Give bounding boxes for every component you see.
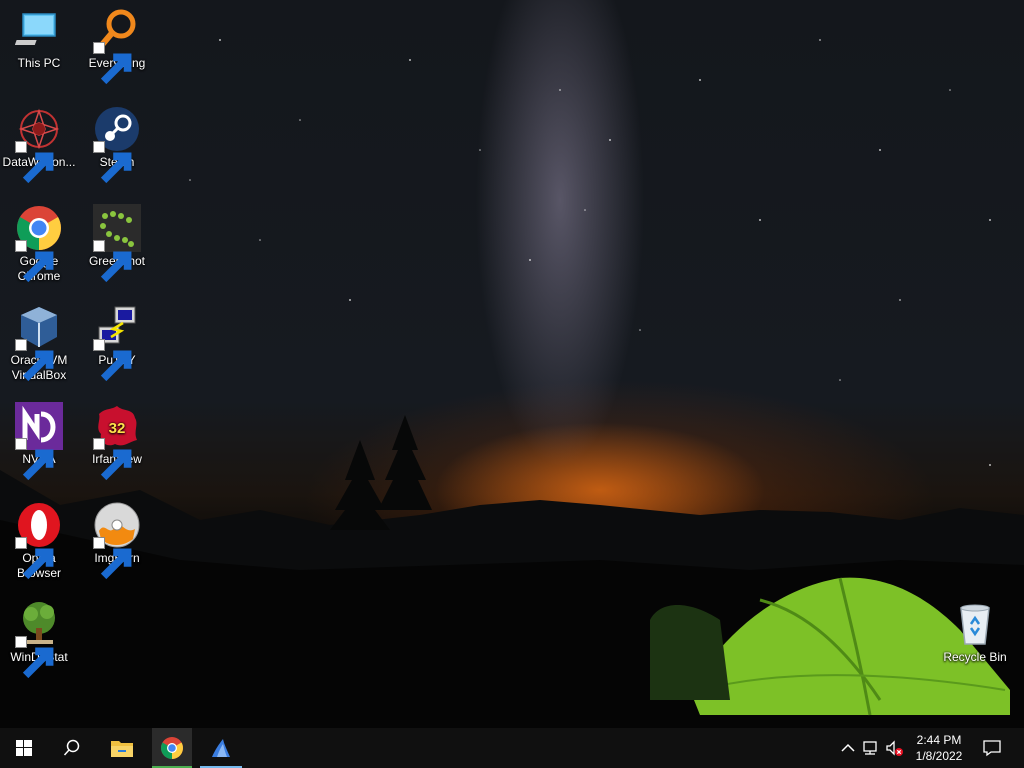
shortcut-arrow-icon xyxy=(15,537,54,580)
shortcut-arrow-icon xyxy=(15,339,54,382)
network-tray[interactable] xyxy=(861,738,881,758)
search-icon xyxy=(63,739,80,756)
action-center-icon xyxy=(983,740,1001,757)
shortcut-arrow-icon xyxy=(93,141,132,184)
search-button[interactable] xyxy=(48,728,96,768)
network-icon xyxy=(863,741,877,755)
clock-time: 2:44 PM xyxy=(916,733,962,747)
recycle-bin-icon xyxy=(960,604,990,645)
shortcut-arrow-icon xyxy=(93,537,132,580)
desktop-icon-everything[interactable]: Everything xyxy=(78,6,156,85)
shortcut-arrow-icon xyxy=(93,438,132,481)
chrome-icon xyxy=(161,737,183,759)
app-icon xyxy=(212,739,230,757)
shortcut-arrow-icon xyxy=(93,42,132,85)
desktop-icon-google-chrome[interactable]: Google Chrome xyxy=(0,204,78,284)
desktop-icon-greenshot[interactable]: Greenshot xyxy=(78,204,156,283)
irfanview-badge: 32 xyxy=(109,420,126,437)
taskbar-file-explorer[interactable] xyxy=(98,728,146,768)
show-hidden-icons-button[interactable] xyxy=(838,738,858,758)
file-explorer-icon xyxy=(111,741,133,757)
chevron-up-icon xyxy=(841,743,855,752)
desktop-icon-windirstat[interactable]: WinDirStat xyxy=(0,600,78,679)
icon-label: Recycle Bin xyxy=(943,650,1007,664)
shortcut-arrow-icon xyxy=(15,240,54,283)
icon-label: This PC xyxy=(17,56,61,70)
windows-logo-icon xyxy=(16,740,32,756)
desktop-icon-steam[interactable]: Steam xyxy=(78,105,156,184)
shortcut-arrow-icon xyxy=(93,240,132,283)
desktop-icon-nvda[interactable]: NVDA xyxy=(0,402,78,481)
action-center-button[interactable] xyxy=(982,738,1002,758)
desktop-icon-this-pc[interactable]: This PC xyxy=(0,6,78,71)
desktop-icon-imgburn[interactable]: ImgBurn xyxy=(78,501,156,580)
this-pc-icon xyxy=(14,13,56,45)
desktop-icon-datawagon[interactable]: DataWagon... xyxy=(0,105,78,184)
desktop-icon-recycle-bin[interactable]: Recycle Bin xyxy=(936,600,1014,665)
desktop-icon-virtualbox[interactable]: Oracle VM VirtualBox xyxy=(0,303,78,383)
taskbar: 2:44 PM 1/8/2022 xyxy=(0,728,1024,768)
taskbar-chrome[interactable] xyxy=(152,728,192,768)
clock-date: 1/8/2022 xyxy=(915,749,963,763)
shortcut-arrow-icon xyxy=(93,339,132,382)
desktop-icon-putty[interactable]: PuTTY xyxy=(78,303,156,382)
volume-tray[interactable] xyxy=(884,738,904,758)
shortcut-arrow-icon xyxy=(15,141,54,184)
volume-muted-icon xyxy=(886,740,903,756)
shortcut-arrow-icon xyxy=(15,438,54,481)
start-button[interactable] xyxy=(0,728,48,768)
taskbar-app[interactable] xyxy=(200,728,242,768)
desktop-icon-opera[interactable]: Opera Browser xyxy=(0,501,78,581)
clock[interactable]: 2:44 PM 1/8/2022 xyxy=(908,732,970,764)
shortcut-arrow-icon xyxy=(15,636,54,679)
desktop-icon-irfanview[interactable]: 32 IrfanView xyxy=(78,402,156,481)
